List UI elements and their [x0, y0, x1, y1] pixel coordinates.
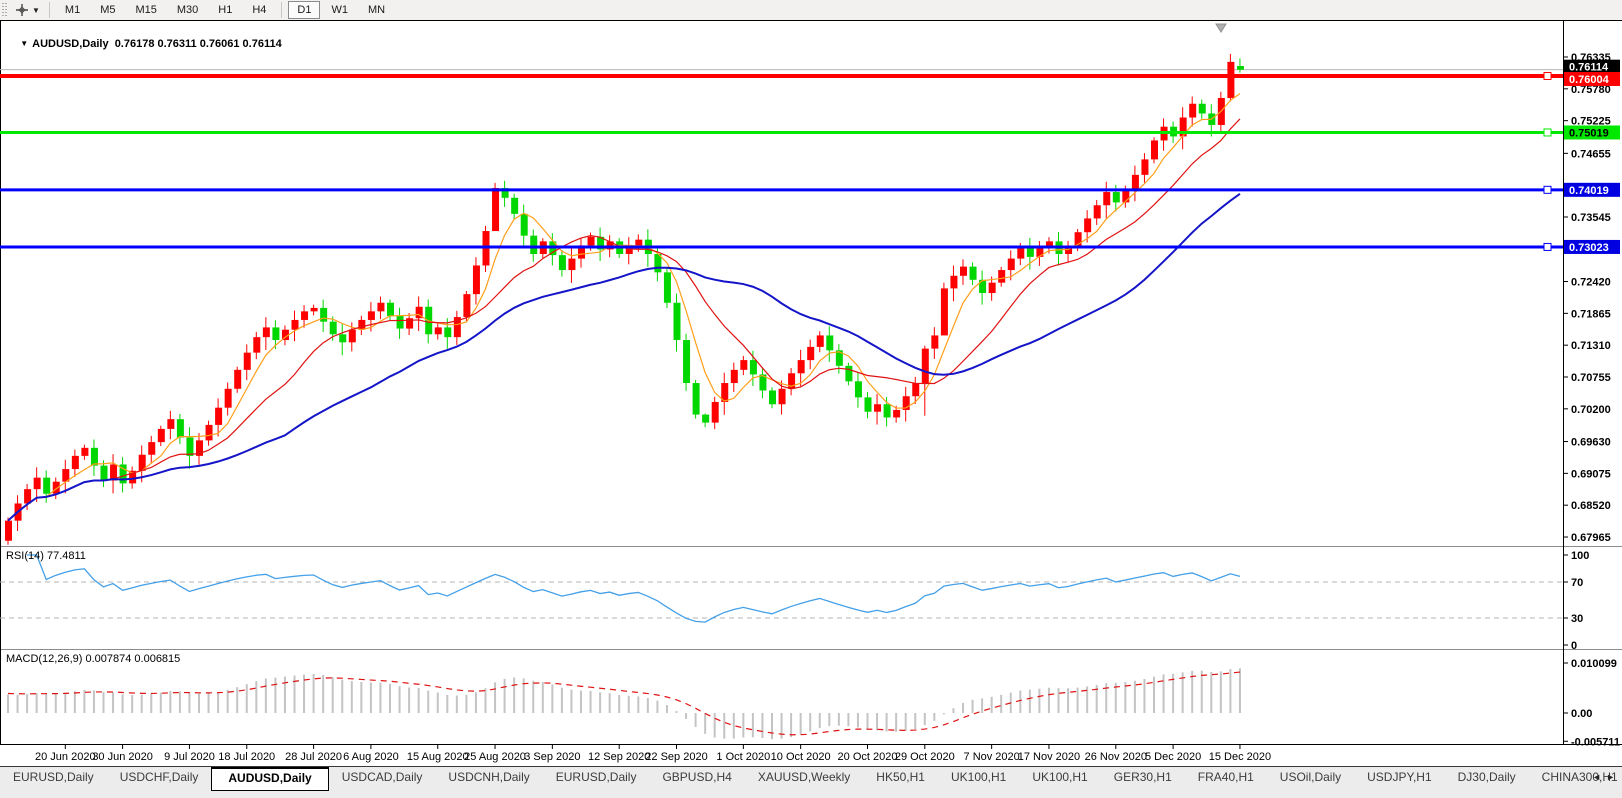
tab-FRA40-H1[interactable]: FRA40,H1: [1185, 767, 1267, 788]
tab-UK100-H1[interactable]: UK100,H1: [938, 767, 1019, 788]
svg-text:0.70200: 0.70200: [1571, 404, 1611, 416]
svg-text:0: 0: [1571, 640, 1577, 652]
svg-text:5 Dec 2020: 5 Dec 2020: [1145, 751, 1201, 763]
tab-XAUUSD-Weekly[interactable]: XAUUSD,Weekly: [745, 767, 863, 788]
svg-text:0.68520: 0.68520: [1571, 500, 1611, 512]
tab-DJ30-Daily[interactable]: DJ30,Daily: [1445, 767, 1529, 788]
timeframe-toolbar: ▼ M1M5M15M30H1H4 D1W1MN: [0, 0, 1622, 21]
toolbar-separator: [281, 2, 282, 18]
toolbar-grip[interactable]: [2, 3, 7, 17]
svg-text:10 Oct 2020: 10 Oct 2020: [771, 751, 831, 763]
svg-text:7 Nov 2020: 7 Nov 2020: [964, 751, 1020, 763]
svg-text:0.69630: 0.69630: [1571, 437, 1611, 449]
svg-text:0.00: 0.00: [1571, 708, 1592, 720]
svg-text:0.67965: 0.67965: [1571, 532, 1611, 544]
svg-text:17 Nov 2020: 17 Nov 2020: [1018, 751, 1080, 763]
chart-tab-bar: EURUSD,DailyUSDCHF,DailyAUDUSD,DailyUSDC…: [0, 766, 1622, 798]
svg-text:15 Aug 2020: 15 Aug 2020: [407, 751, 469, 763]
tab-USDCAD-Daily[interactable]: USDCAD,Daily: [329, 767, 436, 788]
tab-EURUSD-Daily[interactable]: EURUSD,Daily: [543, 767, 650, 788]
svg-text:3 Sep 2020: 3 Sep 2020: [524, 751, 580, 763]
svg-text:0.010099: 0.010099: [1571, 658, 1617, 670]
line-handle[interactable]: [1544, 243, 1551, 250]
macd-indicator-label: MACD(12,26,9) 0.007874 0.006815: [6, 653, 180, 665]
svg-text:0.74019: 0.74019: [1569, 185, 1609, 197]
svg-text:25 Aug 2020: 25 Aug 2020: [464, 751, 526, 763]
timeframe-button-W1[interactable]: W1: [322, 1, 357, 19]
svg-text:15 Dec 2020: 15 Dec 2020: [1209, 751, 1271, 763]
svg-text:20 Jun 2020: 20 Jun 2020: [35, 751, 96, 763]
svg-text:0.75019: 0.75019: [1569, 127, 1609, 139]
svg-text:0.76114: 0.76114: [1569, 62, 1609, 74]
tab-EURUSD-Daily[interactable]: EURUSD,Daily: [0, 767, 107, 788]
tab-AUDUSD-Daily[interactable]: AUDUSD,Daily: [211, 767, 328, 791]
svg-text:0.71865: 0.71865: [1571, 308, 1611, 320]
svg-text:1 Oct 2020: 1 Oct 2020: [716, 751, 770, 763]
crosshair-cursor-icon[interactable]: ▼: [11, 1, 44, 19]
timeframe-button-M15[interactable]: M15: [126, 1, 165, 19]
svg-text:0.76004: 0.76004: [1569, 74, 1610, 86]
line-handle[interactable]: [1544, 186, 1551, 193]
tab-scroll-left-icon[interactable]: ◄: [1592, 772, 1606, 782]
svg-text:30 Jun 2020: 30 Jun 2020: [92, 751, 153, 763]
tab-GER30-H1[interactable]: GER30,H1: [1101, 767, 1185, 788]
tab-USDCNH-Daily[interactable]: USDCNH,Daily: [435, 767, 542, 788]
svg-text:70: 70: [1571, 577, 1583, 589]
timeframe-button-H1[interactable]: H1: [209, 1, 241, 19]
toolbar-separator: [49, 2, 50, 18]
svg-text:26 Nov 2020: 26 Nov 2020: [1085, 751, 1147, 763]
timeframe-button-D1[interactable]: D1: [288, 1, 320, 19]
line-handle[interactable]: [1544, 129, 1551, 136]
tab-HK50-H1[interactable]: HK50,H1: [863, 767, 938, 788]
tab-GBPUSD-H4[interactable]: GBPUSD,H4: [649, 767, 744, 788]
tab-scroll-right-icon[interactable]: ►: [1606, 772, 1620, 782]
svg-text:12 Sep 2020: 12 Sep 2020: [588, 751, 650, 763]
chart-title: ▼ AUDUSD,Daily 0.76178 0.76311 0.76061 0.…: [8, 26, 282, 62]
svg-text:29 Oct 2020: 29 Oct 2020: [895, 751, 955, 763]
svg-text:0.74655: 0.74655: [1571, 148, 1611, 160]
tab-USOil-Daily[interactable]: USOil,Daily: [1267, 767, 1354, 788]
svg-text:0.70755: 0.70755: [1571, 372, 1611, 384]
timeframe-button-M30[interactable]: M30: [168, 1, 207, 19]
rsi-indicator-label: RSI(14) 77.4811: [6, 550, 86, 562]
svg-text:0.69075: 0.69075: [1571, 468, 1611, 480]
svg-text:0.71310: 0.71310: [1571, 340, 1611, 352]
svg-text:22 Sep 2020: 22 Sep 2020: [645, 751, 707, 763]
tab-USDCHF-Daily[interactable]: USDCHF,Daily: [107, 767, 212, 788]
svg-text:6 Aug 2020: 6 Aug 2020: [343, 751, 399, 763]
chart-ohlc-values: 0.76178 0.76311 0.76061 0.76114: [115, 38, 282, 50]
timeframe-button-H4[interactable]: H4: [243, 1, 275, 19]
svg-text:28 Jul 2020: 28 Jul 2020: [285, 751, 342, 763]
tab-scroll-arrows: ◄►: [1592, 772, 1620, 782]
line-handle[interactable]: [1544, 72, 1551, 79]
svg-text:0.73545: 0.73545: [1571, 212, 1611, 224]
mt4-window: ▼ M1M5M15M30H1H4D1W1MN 0.763350.757800.7…: [0, 0, 1622, 798]
timeframe-buttons: M1M5M15M30H1H4 D1W1MN: [55, 1, 395, 19]
timeframe-button-M1[interactable]: M1: [56, 1, 89, 19]
tab-USDJPY-H1[interactable]: USDJPY,H1: [1354, 767, 1444, 788]
svg-text:0.73023: 0.73023: [1569, 242, 1609, 254]
chart-area[interactable]: 0.763350.757800.752250.746550.735450.724…: [0, 21, 1622, 766]
tab-UK100-H1[interactable]: UK100,H1: [1019, 767, 1100, 788]
svg-text:-0.005711: -0.005711: [1571, 736, 1620, 748]
svg-text:0.72420: 0.72420: [1571, 277, 1611, 289]
collapse-triangle-icon[interactable]: ▼: [20, 39, 28, 48]
chevron-down-icon[interactable]: ▼: [32, 6, 40, 15]
svg-text:20 Oct 2020: 20 Oct 2020: [838, 751, 898, 763]
timeframe-button-M5[interactable]: M5: [91, 1, 124, 19]
svg-text:9 Jul 2020: 9 Jul 2020: [164, 751, 215, 763]
svg-text:30: 30: [1571, 613, 1583, 625]
svg-text:18 Jul 2020: 18 Jul 2020: [218, 751, 275, 763]
svg-text:100: 100: [1571, 550, 1589, 562]
timeframe-button-MN[interactable]: MN: [359, 1, 394, 19]
chart-symbol: AUDUSD,Daily: [32, 38, 108, 50]
